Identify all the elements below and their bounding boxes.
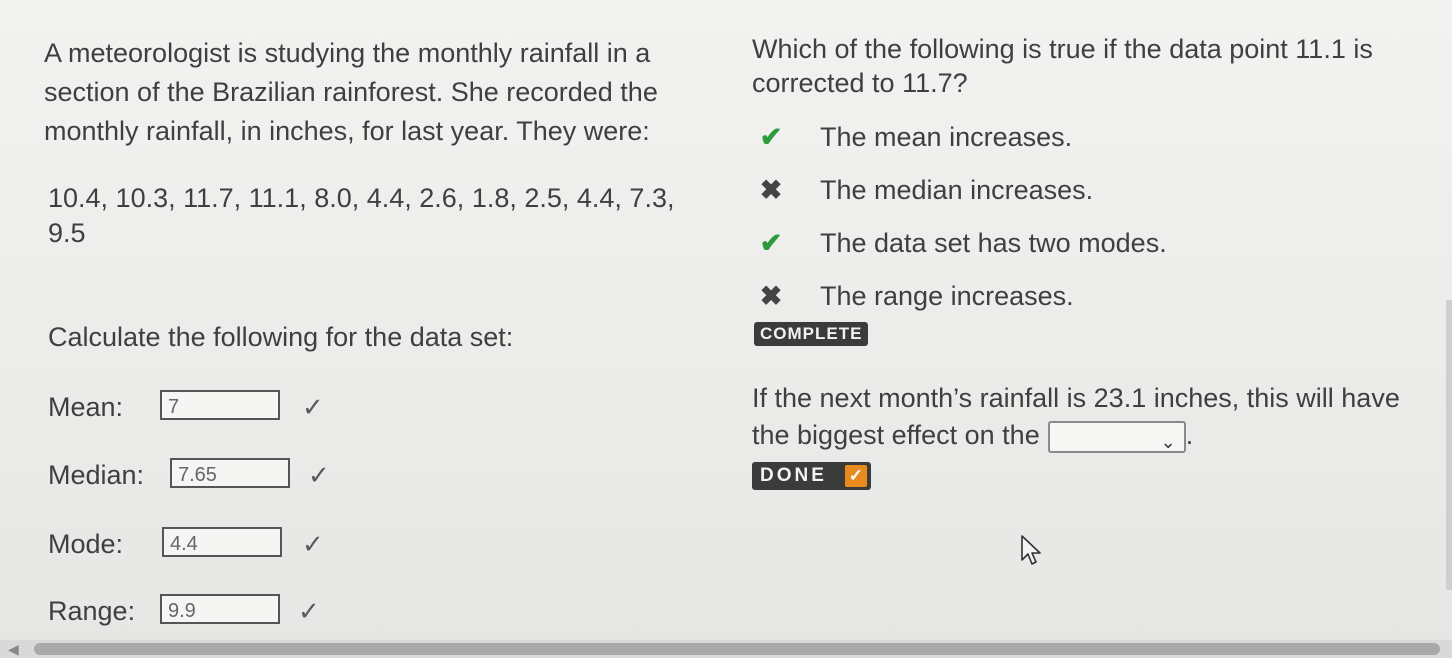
option-mean-increases[interactable]: ✔ The mean increases. — [752, 116, 1432, 156]
option-label: The range increases. — [820, 281, 1074, 311]
scrollbar-thumb[interactable] — [34, 643, 1440, 655]
option-label: The median increases. — [820, 175, 1094, 205]
scroll-left-arrow-icon[interactable]: ◀ — [8, 640, 19, 658]
median-check-icon: ✓ — [308, 460, 330, 490]
question-panel: Which of the following is true if the da… — [752, 32, 1432, 311]
chevron-down-icon: ⌄ — [1160, 431, 1176, 452]
mean-check-icon: ✓ — [302, 392, 324, 422]
mode-check-icon: ✓ — [302, 529, 324, 559]
followup-period: . — [1185, 420, 1194, 450]
mode-label: Mode: — [48, 529, 124, 559]
problem-intro: A meteorologist is studying the monthly … — [44, 38, 658, 146]
mode-input[interactable]: 4.4 — [162, 527, 282, 557]
range-label: Range: — [48, 596, 136, 626]
option-range-increases[interactable]: ✖ The range increases. — [752, 275, 1432, 315]
done-badge: DONE ✓ — [752, 462, 871, 490]
mean-input[interactable]: 7 — [160, 390, 280, 420]
effect-dropdown[interactable]: ⌄ — [1047, 420, 1186, 453]
done-check-icon: ✓ — [844, 465, 867, 487]
option-two-modes[interactable]: ✔ The data set has two modes. — [752, 222, 1432, 262]
median-input[interactable]: 7.65 — [170, 458, 290, 488]
median-label: Median: — [48, 460, 145, 490]
problem-statement: A meteorologist is studying the monthly … — [44, 34, 704, 251]
mouse-pointer-icon — [1020, 534, 1042, 573]
rainfall-data-list: 10.4, 10.3, 11.7, 11.1, 8.0, 4.4, 2.6, 1… — [48, 183, 675, 248]
assignment-page: A meteorologist is studying the monthly … — [0, 0, 1452, 658]
mean-label: Mean: — [48, 392, 124, 422]
option-median-increases[interactable]: ✖ The median increases. — [752, 169, 1432, 209]
range-input[interactable]: 9.9 — [160, 594, 280, 624]
question-text: Which of the following is true if the da… — [752, 34, 1373, 98]
calc-heading: Calculate the following for the data set… — [48, 322, 514, 352]
checkmark-icon: ✔ — [759, 228, 783, 258]
complete-badge: COMPLETE — [754, 322, 869, 346]
followup-question: If the next month’s rainfall is 23.1 inc… — [752, 380, 1422, 454]
horizontal-scrollbar[interactable]: ◀ — [0, 640, 1452, 658]
option-label: The data set has two modes. — [820, 228, 1167, 258]
x-mark-icon: ✖ — [759, 175, 783, 205]
checkmark-icon: ✔ — [759, 122, 783, 152]
x-mark-icon: ✖ — [759, 281, 783, 311]
range-check-icon: ✓ — [298, 596, 320, 626]
vertical-scrollbar[interactable] — [1446, 300, 1452, 590]
option-label: The mean increases. — [820, 122, 1073, 152]
done-badge-label: DONE — [760, 465, 827, 486]
